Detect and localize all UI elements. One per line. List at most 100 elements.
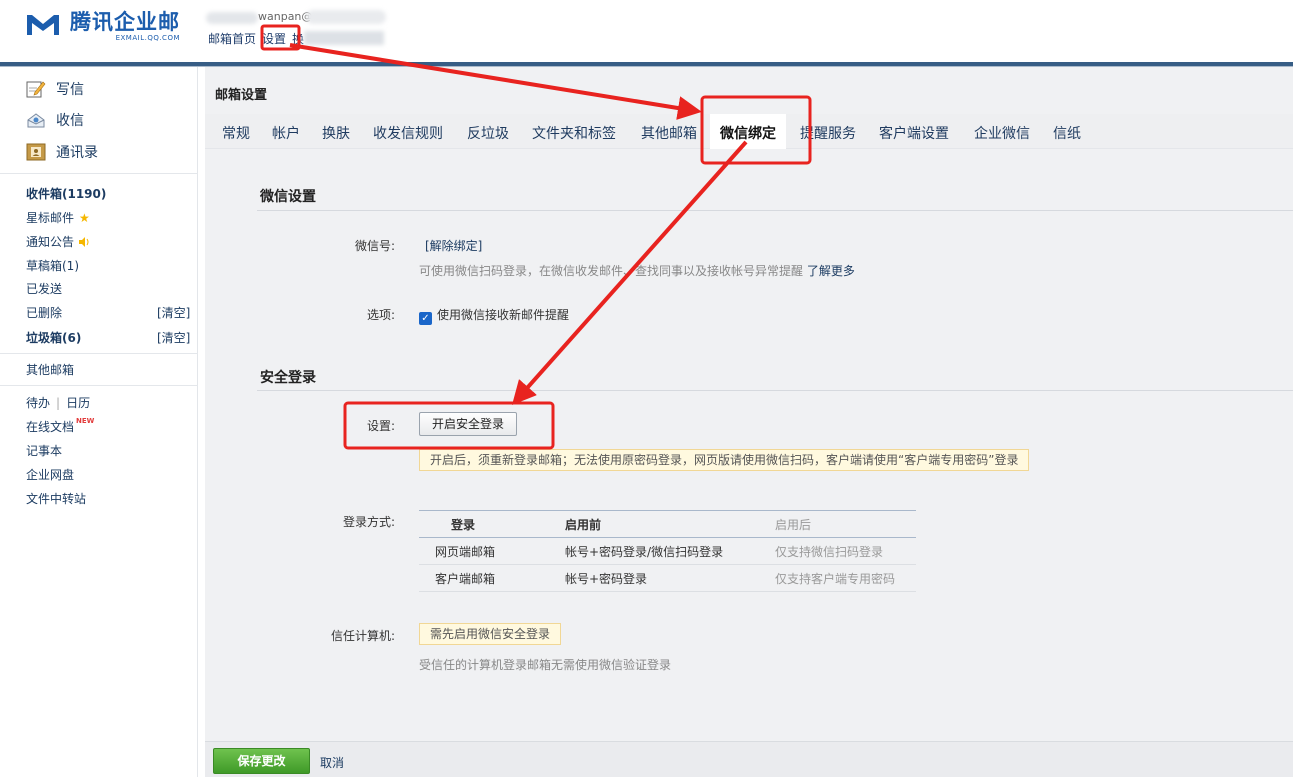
compose-button[interactable]: 写信 bbox=[26, 79, 84, 99]
todo-link[interactable]: 待办 bbox=[26, 394, 50, 411]
sidebar-item-sent[interactable]: 已发送 bbox=[26, 280, 62, 297]
wechat-id-label: 微信号: bbox=[354, 239, 395, 253]
sidebar-item-other-mail[interactable]: 其他邮箱 bbox=[26, 361, 74, 378]
pencil-icon bbox=[26, 81, 46, 98]
switch-link[interactable]: 换 bbox=[292, 30, 304, 47]
login-method-label: 登录方式: bbox=[342, 515, 395, 529]
star-icon: ★ bbox=[79, 210, 90, 225]
table-row: 客户端邮箱 帐号+密码登录 仅支持客户端专用密码 bbox=[419, 564, 916, 592]
trusted-computer-label: 信任计算机: bbox=[330, 629, 395, 643]
sidebar-item-netdisk[interactable]: 企业网盘 bbox=[26, 466, 74, 483]
setting-label: 设置: bbox=[366, 419, 395, 433]
table-cell: 仅支持客户端专用密码 bbox=[775, 564, 916, 592]
secure-login-notice: 开启后，须重新登录邮箱；无法使用原密码登录，网页版请使用微信扫码，客户端请使用“… bbox=[419, 449, 1030, 471]
section-divider bbox=[257, 390, 1293, 391]
sidebar-item-deleted[interactable]: 已删除 bbox=[26, 304, 62, 321]
new-badge: NEW bbox=[76, 416, 95, 425]
wechat-desc-text: 可使用微信扫码登录，在微信收发邮件、查找同事以及接收帐号异常提醒 bbox=[419, 264, 804, 278]
wechat-desc: 可使用微信扫码登录，在微信收发邮件、查找同事以及接收帐号异常提醒 了解更多 bbox=[419, 262, 855, 279]
option-row: ✓ 使用微信接收新邮件提醒 bbox=[419, 306, 569, 325]
logo-text: 腾讯企业邮 bbox=[70, 10, 180, 34]
sidebar-item-transfer[interactable]: 文件中转站 bbox=[26, 490, 86, 507]
table-header: 登录 bbox=[419, 510, 565, 538]
logo[interactable]: 腾讯企业邮 EXMAIL.QQ.COM bbox=[24, 10, 180, 42]
logo-icon bbox=[27, 15, 59, 35]
tab-general[interactable]: 常规 bbox=[222, 123, 250, 143]
section-title-wechat: 微信设置 bbox=[260, 189, 316, 205]
redacted-blur bbox=[206, 12, 258, 24]
clear-deleted-link[interactable]: [清空] bbox=[157, 304, 190, 321]
tab-wecom[interactable]: 企业微信 bbox=[974, 123, 1030, 143]
logo-subtext: EXMAIL.QQ.COM bbox=[115, 34, 180, 42]
header: 腾讯企业邮 EXMAIL.QQ.COM wanpan@ 邮箱首页 设置 换 bbox=[0, 0, 1293, 67]
section-title-secure-login: 安全登录 bbox=[260, 370, 316, 386]
trusted-computer-notice: 需先启用微信安全登录 bbox=[419, 623, 562, 645]
redacted-blur bbox=[304, 31, 385, 45]
action-bar: 保存更改 取消 bbox=[205, 741, 1293, 777]
table-cell: 帐号+密码登录 bbox=[565, 564, 775, 592]
compose-label: 写信 bbox=[56, 82, 84, 98]
sidebar-divider bbox=[0, 353, 198, 354]
contacts-button[interactable]: 通讯录 bbox=[26, 142, 98, 162]
page-title: 邮箱设置 bbox=[215, 88, 268, 103]
tab-rules[interactable]: 收发信规则 bbox=[373, 123, 443, 143]
enable-secure-login-button[interactable]: 开启安全登录 bbox=[419, 412, 518, 436]
separator: | bbox=[56, 395, 61, 410]
user-email: wanpan@ bbox=[206, 10, 386, 26]
settings-content: 微信设置 微信号: [解除绑定] 可使用微信扫码登录，在微信收发邮件、查找同事以… bbox=[205, 149, 1293, 741]
sidebar-item-notes[interactable]: 记事本 bbox=[26, 442, 62, 459]
inbox-icon bbox=[27, 113, 45, 128]
table-row: 网页端邮箱 帐号+密码登录/微信扫码登录 仅支持微信扫码登录 bbox=[419, 537, 916, 565]
calendar-link[interactable]: 日历 bbox=[66, 394, 90, 411]
table-header: 启用前 bbox=[565, 510, 775, 538]
sidebar-item-drafts[interactable]: 草稿箱(1) bbox=[26, 257, 79, 274]
clear-junk-link[interactable]: [清空] bbox=[157, 329, 190, 346]
redacted-blur bbox=[306, 10, 386, 24]
section-divider bbox=[257, 210, 1293, 211]
learn-more-link[interactable]: 了解更多 bbox=[807, 264, 855, 278]
option-label: 选项: bbox=[366, 308, 395, 322]
save-button[interactable]: 保存更改 bbox=[213, 748, 310, 774]
sidebar-item-todo-calendar: 待办 | 日历 bbox=[26, 394, 90, 411]
sidebar-item-starred[interactable]: 星标邮件 ★ bbox=[26, 209, 90, 226]
tab-client[interactable]: 客户端设置 bbox=[879, 123, 949, 143]
docs-label: 在线文档 bbox=[26, 420, 75, 434]
home-link[interactable]: 邮箱首页 bbox=[208, 30, 256, 47]
login-method-table: 登录 启用前 启用后 网页端邮箱 帐号+密码登录/微信扫码登录 仅支持微信扫码登… bbox=[419, 510, 916, 592]
contacts-label: 通讯录 bbox=[56, 145, 98, 161]
tab-account[interactable]: 帐户 bbox=[272, 123, 300, 143]
sidebar-item-junk[interactable]: 垃圾箱(6) bbox=[26, 329, 81, 346]
table-cell: 网页端邮箱 bbox=[419, 537, 565, 565]
tab-other-mail[interactable]: 其他邮箱 bbox=[641, 123, 697, 143]
tab-reminder[interactable]: 提醒服务 bbox=[800, 123, 856, 143]
sidebar-item-inbox[interactable]: 收件箱(1190) bbox=[26, 185, 106, 202]
wechat-notify-checkbox[interactable]: ✓ bbox=[419, 312, 432, 325]
wechat-notify-label: 使用微信接收新邮件提醒 bbox=[437, 308, 570, 322]
sidebar-divider bbox=[0, 173, 198, 174]
settings-link[interactable]: 设置 bbox=[262, 30, 286, 47]
tab-stationery[interactable]: 信纸 bbox=[1053, 123, 1081, 143]
tab-wechat-binding[interactable]: 微信绑定 bbox=[710, 114, 786, 150]
table-cell: 仅支持微信扫码登录 bbox=[775, 537, 916, 565]
unbind-link[interactable]: [解除绑定] bbox=[425, 237, 482, 254]
speaker-icon bbox=[79, 236, 89, 247]
starred-label: 星标邮件 bbox=[26, 211, 75, 225]
main-panel: 邮箱设置 常规 帐户 换肤 收发信规则 反垃圾 文件夹和标签 其他邮箱 微信绑定… bbox=[205, 67, 1293, 777]
top-links: 邮箱首页 设置 换 bbox=[208, 30, 385, 47]
sidebar-item-docs[interactable]: 在线文档 NEW bbox=[26, 416, 95, 435]
contacts-icon bbox=[26, 143, 46, 161]
notice-label: 通知公告 bbox=[26, 235, 75, 249]
tab-skin[interactable]: 换肤 bbox=[322, 123, 350, 143]
settings-tabs: 常规 帐户 换肤 收发信规则 反垃圾 文件夹和标签 其他邮箱 微信绑定 提醒服务… bbox=[205, 114, 1293, 150]
trusted-computer-desc: 受信任的计算机登录邮箱无需使用微信验证登录 bbox=[419, 658, 672, 672]
cancel-link[interactable]: 取消 bbox=[320, 754, 344, 771]
table-cell: 帐号+密码登录/微信扫码登录 bbox=[565, 537, 775, 565]
table-header: 启用后 bbox=[775, 510, 916, 538]
tab-antispam[interactable]: 反垃圾 bbox=[467, 123, 509, 143]
sidebar-divider bbox=[0, 385, 198, 386]
sidebar-item-notice[interactable]: 通知公告 bbox=[26, 233, 90, 250]
check-mail-label: 收信 bbox=[56, 113, 84, 129]
check-mail-button[interactable]: 收信 bbox=[26, 110, 84, 130]
tab-folders[interactable]: 文件夹和标签 bbox=[532, 123, 616, 143]
table-cell: 客户端邮箱 bbox=[419, 564, 565, 592]
